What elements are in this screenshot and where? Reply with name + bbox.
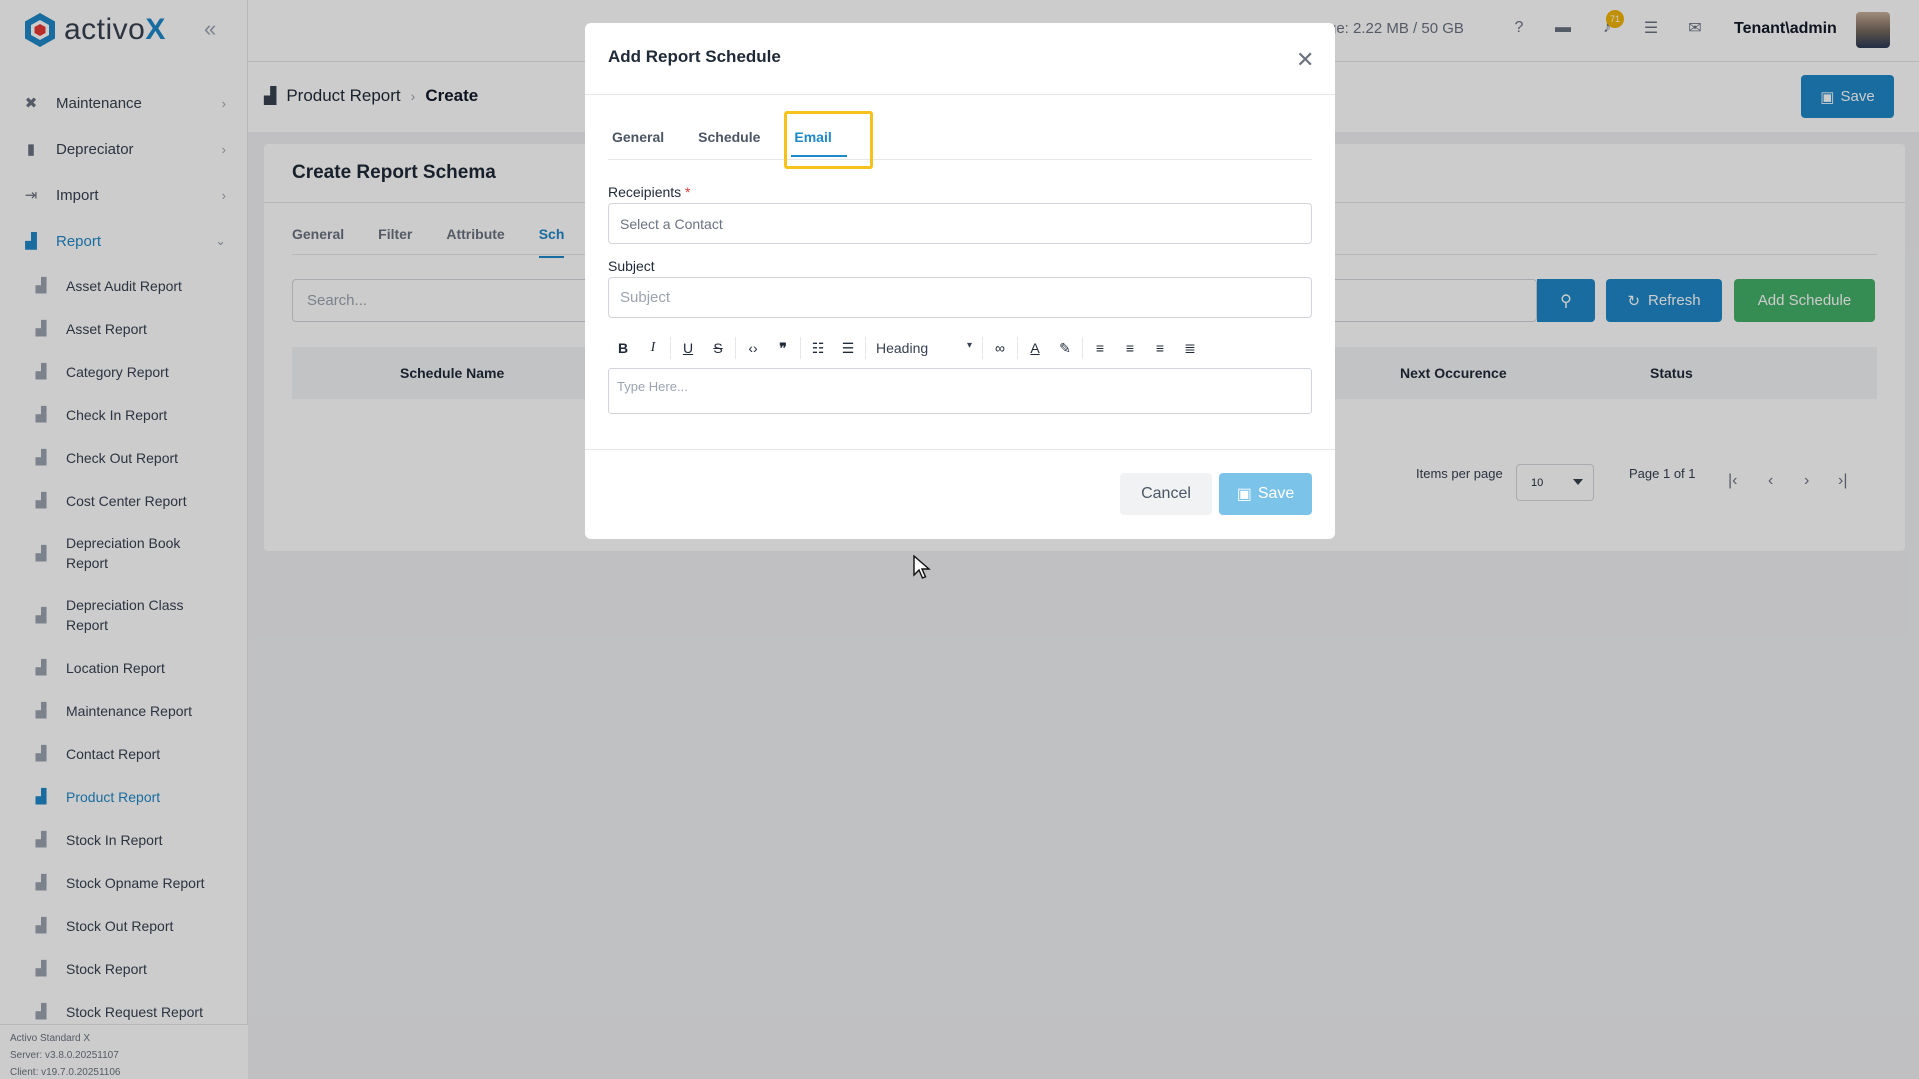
align-center-icon[interactable]: ≡ — [1115, 340, 1145, 356]
save-button-label: Save — [1257, 485, 1295, 502]
recipients-label-text: Receipients — [608, 184, 682, 200]
recipients-select[interactable]: Select a Contact — [608, 203, 1312, 244]
divider — [1082, 337, 1083, 359]
required-marker: * — [685, 184, 691, 200]
dialog-title: Add Report Schedule — [608, 47, 781, 66]
divider — [865, 337, 866, 359]
bold-icon[interactable]: B — [608, 340, 638, 356]
underline-icon[interactable]: U — [673, 340, 703, 356]
editor-toolbar: B I U S ‹› ❞ ☷ ☰ Heading ▾ ∞ A ✎ ≡ ≡ ≡ ≣ — [608, 334, 1312, 362]
heading-select-value: Heading — [876, 340, 929, 356]
save-icon: ▣ — [1236, 486, 1252, 503]
align-justify-icon[interactable]: ≣ — [1175, 340, 1205, 357]
email-body-editor[interactable]: Type Here... — [608, 368, 1312, 414]
quote-icon[interactable]: ❞ — [768, 340, 798, 357]
divider — [982, 337, 983, 359]
code-icon[interactable]: ‹› — [738, 340, 768, 356]
divider — [800, 337, 801, 359]
text-color-icon[interactable]: A — [1020, 340, 1050, 356]
divider — [608, 159, 1312, 160]
add-report-schedule-dialog: Add Report Schedule ✕ General Schedule E… — [585, 23, 1335, 539]
italic-icon[interactable]: I — [638, 340, 668, 356]
divider — [585, 449, 1335, 450]
ordered-list-icon[interactable]: ☷ — [803, 340, 833, 357]
strikethrough-icon[interactable]: S — [703, 340, 733, 356]
align-left-icon[interactable]: ≡ — [1085, 340, 1115, 356]
divider — [735, 337, 736, 359]
subject-input[interactable]: Subject — [608, 277, 1312, 318]
bullet-list-icon[interactable]: ☰ — [833, 340, 863, 357]
tab-schedule[interactable]: Schedule — [698, 129, 760, 145]
caret-down-icon: ▾ — [966, 340, 972, 351]
divider — [585, 94, 1335, 95]
divider — [670, 337, 671, 359]
dialog-save-button[interactable]: ▣ Save — [1219, 473, 1312, 515]
highlight-box — [784, 111, 873, 169]
subject-label: Subject — [608, 258, 655, 274]
heading-select[interactable]: Heading ▾ — [868, 340, 980, 356]
link-icon[interactable]: ∞ — [985, 340, 1015, 356]
mouse-cursor-icon — [913, 555, 931, 579]
align-right-icon[interactable]: ≡ — [1145, 340, 1175, 356]
highlight-color-icon[interactable]: ✎ — [1050, 340, 1080, 357]
tab-general[interactable]: General — [612, 129, 664, 145]
close-icon[interactable]: ✕ — [1296, 47, 1314, 73]
cancel-button[interactable]: Cancel — [1120, 473, 1212, 515]
divider — [1017, 337, 1018, 359]
recipients-label: Receipients * — [608, 184, 691, 200]
